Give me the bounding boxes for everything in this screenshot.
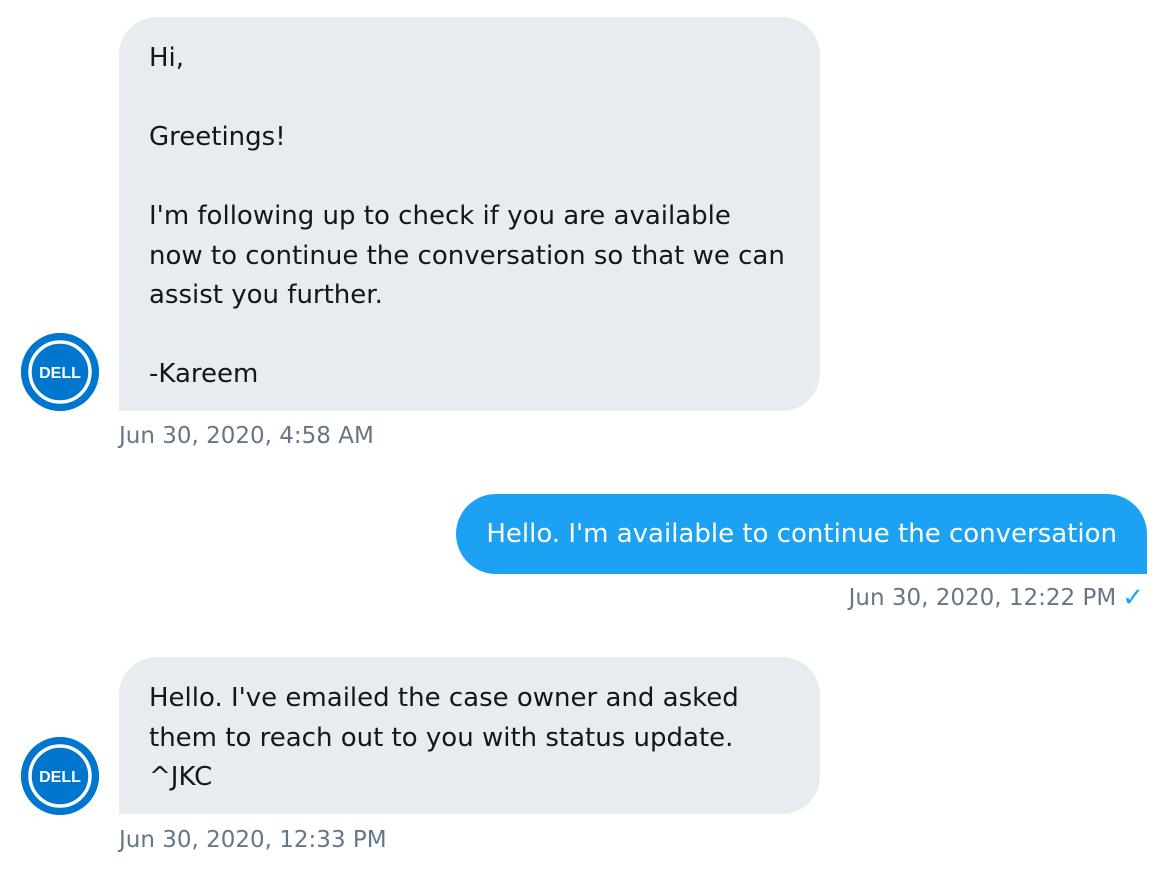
dell-logo-text: DELL: [39, 365, 81, 382]
incoming-message-bubble[interactable]: Hello. I've emailed the case owner and a…: [119, 657, 820, 814]
dell-logo-text: DELL: [39, 769, 81, 786]
conversation-thread: DELL Hi, Greetings! I'm following up to …: [0, 0, 1156, 874]
message-timestamp: Jun 30, 2020, 4:58 AM: [119, 423, 374, 449]
outgoing-message-meta: Jun 30, 2020, 12:22 PM ✓: [849, 583, 1144, 613]
dell-avatar[interactable]: DELL: [21, 737, 99, 815]
dell-avatar[interactable]: DELL: [21, 333, 99, 411]
checkmark-icon: ✓: [1122, 583, 1144, 613]
incoming-message-bubble[interactable]: Hi, Greetings! I'm following up to check…: [119, 17, 820, 411]
dell-logo-icon: DELL: [21, 737, 99, 815]
message-timestamp: Jun 30, 2020, 12:22 PM: [848, 585, 1117, 611]
dell-logo-icon: DELL: [21, 333, 99, 411]
outgoing-message-bubble[interactable]: Hello. I'm available to continue the con…: [456, 494, 1147, 574]
message-timestamp: Jun 30, 2020, 12:33 PM: [119, 827, 387, 853]
